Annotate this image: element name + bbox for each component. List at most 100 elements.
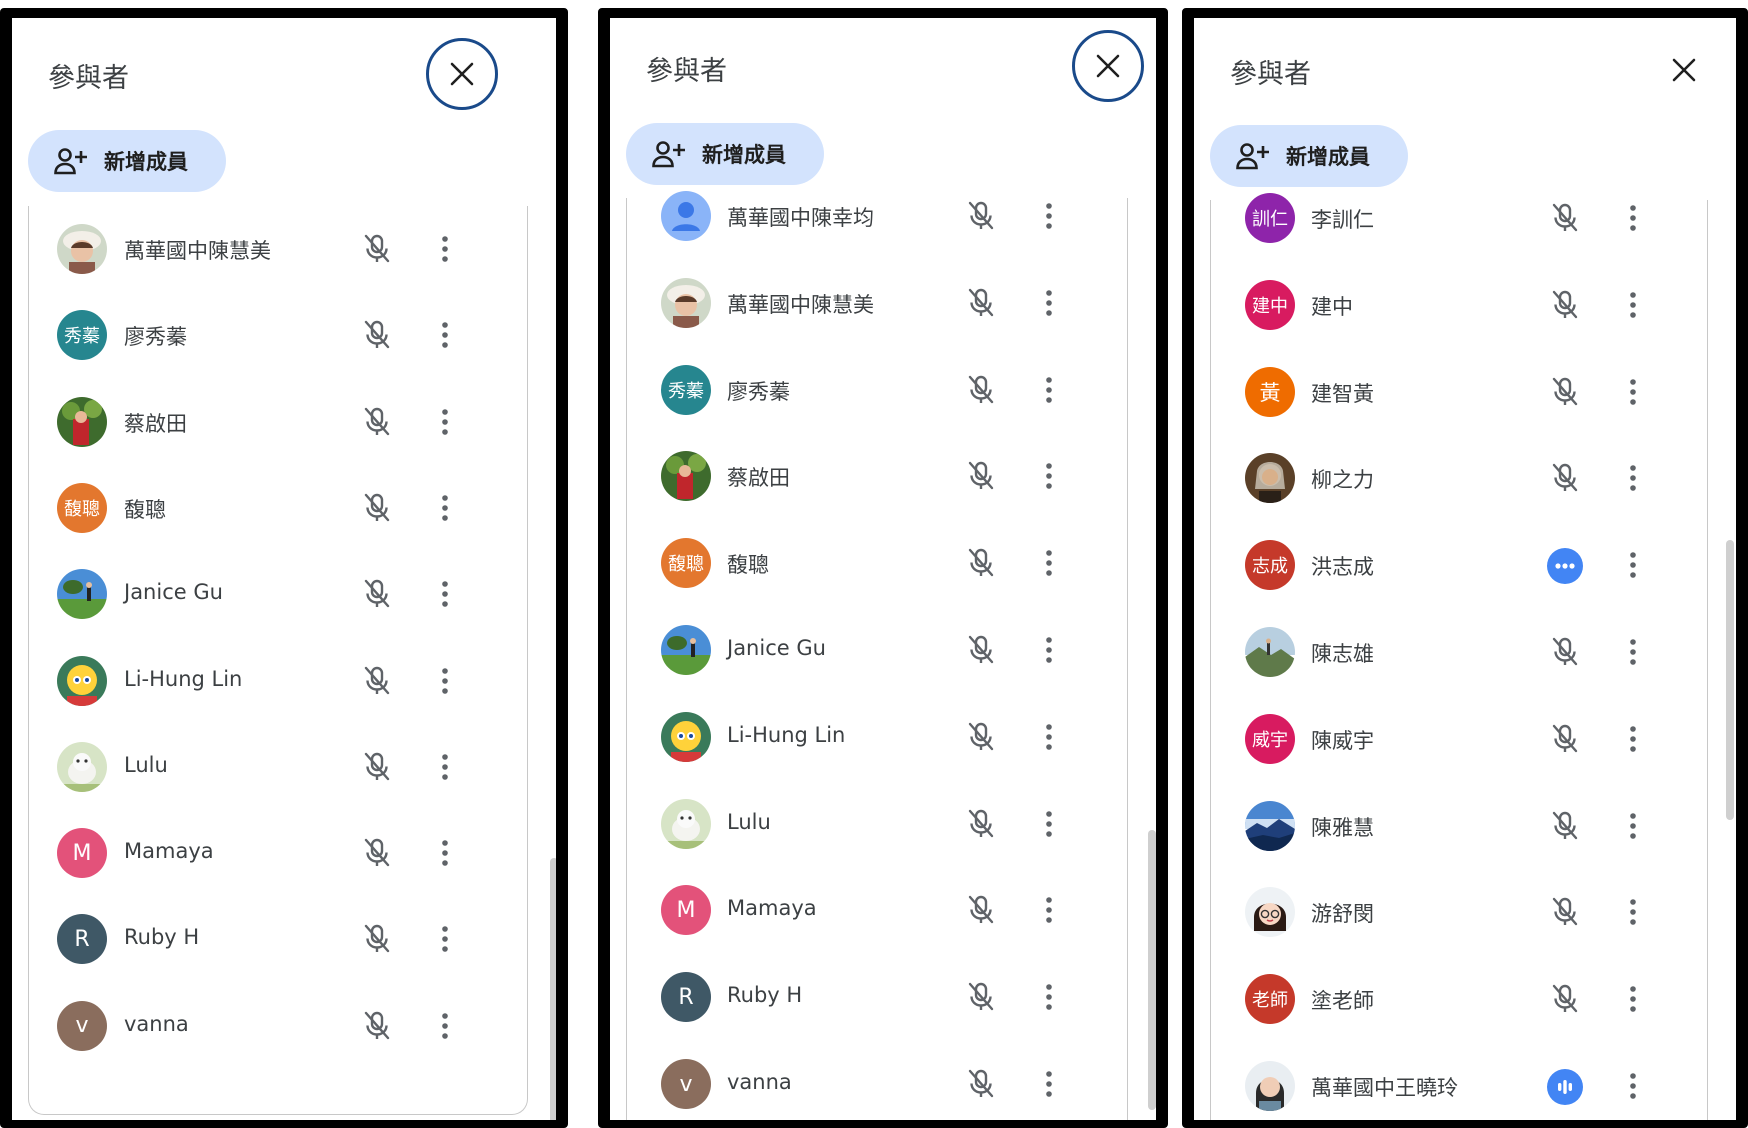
mic-off-icon[interactable] — [359, 663, 395, 699]
more-options-icon[interactable] — [1623, 981, 1643, 1017]
mic-off-icon[interactable] — [1547, 200, 1583, 236]
more-options-icon[interactable] — [435, 490, 455, 526]
more-options-icon[interactable] — [435, 749, 455, 785]
participant-row[interactable]: 威宇 陳威宇 — [1211, 696, 1707, 782]
mic-off-icon[interactable] — [359, 835, 395, 871]
more-options-icon[interactable] — [435, 835, 455, 871]
mic-off-icon[interactable] — [359, 1008, 395, 1044]
more-options-icon[interactable] — [1039, 545, 1059, 581]
participant-row[interactable]: 秀蓁 廖秀蓁 — [627, 347, 1127, 433]
mic-off-icon[interactable] — [963, 198, 999, 234]
participant-row[interactable]: 游舒閔 — [1211, 869, 1707, 955]
more-options-icon[interactable] — [1623, 1068, 1643, 1104]
mic-off-icon[interactable] — [963, 892, 999, 928]
more-options-icon[interactable] — [1039, 806, 1059, 842]
more-options-icon[interactable] — [1623, 460, 1643, 496]
more-options-icon[interactable] — [1623, 200, 1643, 236]
scrollbar-thumb[interactable] — [550, 858, 556, 1120]
more-options-icon[interactable] — [1039, 632, 1059, 668]
participant-row[interactable]: 秀蓁 廖秀蓁 — [29, 292, 527, 378]
mic-off-icon[interactable] — [963, 632, 999, 668]
more-options-icon[interactable] — [1623, 374, 1643, 410]
participant-row[interactable]: v vanna — [29, 983, 527, 1069]
mic-off-icon[interactable] — [963, 545, 999, 581]
mic-off-icon[interactable] — [963, 1066, 999, 1102]
close-button[interactable] — [1072, 30, 1144, 102]
more-options-icon[interactable] — [435, 317, 455, 353]
participant-row[interactable]: R Ruby H — [627, 954, 1127, 1040]
more-options-icon[interactable] — [1623, 547, 1643, 583]
more-options-icon[interactable] — [1039, 372, 1059, 408]
more-options-icon[interactable] — [1039, 979, 1059, 1015]
participant-row[interactable]: Janice Gu — [627, 607, 1127, 693]
participant-row[interactable]: Lulu — [29, 724, 527, 810]
mic-off-icon[interactable] — [1547, 374, 1583, 410]
mic-off-icon[interactable] — [1547, 287, 1583, 323]
participant-row[interactable]: Janice Gu — [29, 551, 527, 637]
mic-off-icon[interactable] — [359, 749, 395, 785]
participant-row[interactable]: 馥聰 馥聰 — [29, 465, 527, 551]
participant-row[interactable]: 陳雅慧 — [1211, 783, 1707, 869]
participant-row[interactable]: 萬華國中陳慧美 — [627, 260, 1127, 346]
mic-off-icon[interactable] — [359, 317, 395, 353]
mic-off-icon[interactable] — [1547, 721, 1583, 757]
participant-row[interactable]: R Ruby H — [29, 896, 527, 982]
scrollbar-thumb[interactable] — [1148, 830, 1156, 1110]
more-options-icon[interactable] — [435, 1008, 455, 1044]
participant-row[interactable]: M Mamaya — [29, 810, 527, 896]
mic-off-icon[interactable] — [963, 806, 999, 842]
close-button[interactable] — [426, 38, 498, 110]
mic-off-icon[interactable] — [1547, 808, 1583, 844]
participant-row[interactable]: 萬華國中陳幸均 — [627, 173, 1127, 259]
participant-list[interactable]: 萬華國中陳慧美 秀蓁 廖秀蓁 蔡啟田 馥聰 馥聰 Janice Gu Li-Hung Lin L… — [28, 206, 528, 1115]
more-options-icon[interactable] — [1623, 721, 1643, 757]
more-options-icon[interactable] — [1623, 634, 1643, 670]
participant-row[interactable]: 陳志雄 — [1211, 609, 1707, 695]
participant-row[interactable]: v vanna — [627, 1041, 1127, 1120]
participant-row[interactable]: 萬華國中王曉玲 — [1211, 1043, 1707, 1120]
mic-off-icon[interactable] — [359, 404, 395, 440]
scrollbar-thumb[interactable] — [1726, 540, 1734, 820]
mic-off-icon[interactable] — [359, 490, 395, 526]
participant-list[interactable]: 萬華國中陳幸均 萬華國中陳慧美 秀蓁 廖秀蓁 蔡啟田 馥聰 馥聰 Janice Gu Li-Hu… — [626, 191, 1128, 1120]
more-options-icon[interactable] — [1039, 1066, 1059, 1102]
participant-row[interactable]: 萬華國中陳慧美 — [29, 206, 527, 292]
mic-off-icon[interactable] — [963, 285, 999, 321]
participant-row[interactable]: 黃 建智黃 — [1211, 349, 1707, 435]
more-options-icon[interactable] — [435, 921, 455, 957]
mic-off-icon[interactable] — [1547, 894, 1583, 930]
more-options-icon[interactable] — [435, 663, 455, 699]
participant-row[interactable]: 建中 建中 — [1211, 262, 1707, 348]
participant-row[interactable]: 老師 塗老師 — [1211, 956, 1707, 1042]
more-options-icon[interactable] — [1039, 198, 1059, 234]
mic-off-icon[interactable] — [963, 979, 999, 1015]
more-options-icon[interactable] — [1039, 892, 1059, 928]
mic-off-icon[interactable] — [1547, 634, 1583, 670]
participant-row[interactable]: 蔡啟田 — [29, 379, 527, 465]
participant-row[interactable]: 馥聰 馥聰 — [627, 520, 1127, 606]
participant-list[interactable]: 訓仁 李訓仁 建中 建中黃 建智黃 柳之力 志成 洪志成 陳志雄 威宇 陳威宇 陳雅慧 游舒閔 老師 塗老師… — [1210, 193, 1708, 1120]
participant-row[interactable]: Lulu — [627, 781, 1127, 867]
participant-row[interactable]: 柳之力 — [1211, 435, 1707, 521]
participant-row[interactable]: 訓仁 李訓仁 — [1211, 175, 1707, 261]
mic-off-icon[interactable] — [963, 458, 999, 494]
mic-off-icon[interactable] — [963, 719, 999, 755]
mic-off-icon[interactable] — [359, 576, 395, 612]
participant-row[interactable]: 蔡啟田 — [627, 433, 1127, 519]
more-options-icon[interactable] — [1623, 894, 1643, 930]
add-member-button[interactable]: 新增成員 — [28, 130, 226, 192]
more-options-icon[interactable] — [1039, 458, 1059, 494]
participant-row[interactable]: Li-Hung Lin — [29, 638, 527, 724]
more-options-icon[interactable] — [1039, 285, 1059, 321]
participant-row[interactable]: Li-Hung Lin — [627, 694, 1127, 780]
mic-off-icon[interactable] — [359, 231, 395, 267]
close-button[interactable] — [1648, 34, 1720, 106]
mic-off-icon[interactable] — [359, 921, 395, 957]
more-options-icon[interactable] — [1039, 719, 1059, 755]
more-options-icon[interactable] — [435, 404, 455, 440]
participant-row[interactable]: M Mamaya — [627, 867, 1127, 953]
participant-row[interactable]: 志成 洪志成 — [1211, 522, 1707, 608]
mic-off-icon[interactable] — [1547, 981, 1583, 1017]
more-options-icon[interactable] — [1623, 287, 1643, 323]
mic-off-icon[interactable] — [1547, 460, 1583, 496]
